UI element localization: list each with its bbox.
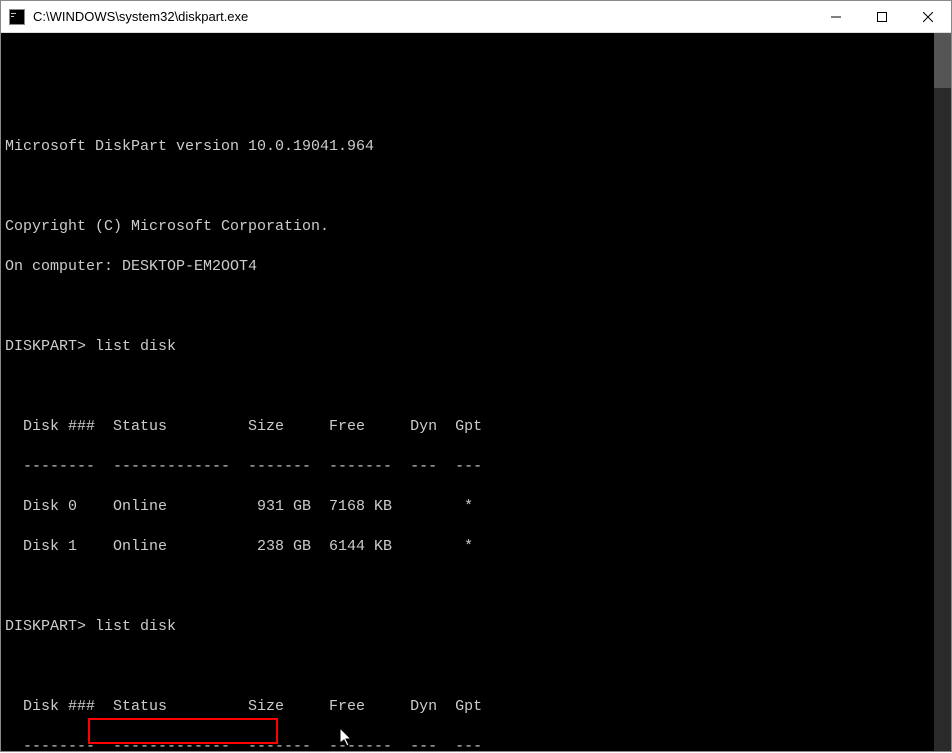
line-disk-row: Disk 0 Online 931 GB 7168 KB * — [5, 497, 949, 517]
line-prompt-listdisk-2: DISKPART> list disk — [5, 617, 949, 637]
window-title: C:\WINDOWS\system32\diskpart.exe — [33, 9, 813, 24]
line-table-divider: -------- ------------- ------- ------- -… — [5, 457, 949, 477]
close-button[interactable] — [905, 1, 951, 32]
terminal-text: Microsoft DiskPart version 10.0.19041.96… — [3, 77, 949, 751]
line-table-divider: -------- ------------- ------- ------- -… — [5, 737, 949, 751]
line-version: Microsoft DiskPart version 10.0.19041.96… — [5, 137, 949, 157]
scrollbar-track[interactable] — [934, 33, 951, 751]
titlebar[interactable]: C:\WINDOWS\system32\diskpart.exe — [1, 1, 951, 33]
app-icon — [9, 9, 25, 25]
line-prompt-listdisk-1: DISKPART> list disk — [5, 337, 949, 357]
console-window: C:\WINDOWS\system32\diskpart.exe Microso… — [0, 0, 952, 752]
maximize-button[interactable] — [859, 1, 905, 32]
scrollbar-thumb[interactable] — [934, 33, 951, 88]
line-computer: On computer: DESKTOP-EM2OOT4 — [5, 257, 949, 277]
line-table-header: Disk ### Status Size Free Dyn Gpt — [5, 417, 949, 437]
terminal-output[interactable]: Microsoft DiskPart version 10.0.19041.96… — [1, 33, 951, 751]
line-table-header: Disk ### Status Size Free Dyn Gpt — [5, 697, 949, 717]
line-copyright: Copyright (C) Microsoft Corporation. — [5, 217, 949, 237]
window-controls — [813, 1, 951, 32]
minimize-button[interactable] — [813, 1, 859, 32]
line-disk-row: Disk 1 Online 238 GB 6144 KB * — [5, 537, 949, 557]
